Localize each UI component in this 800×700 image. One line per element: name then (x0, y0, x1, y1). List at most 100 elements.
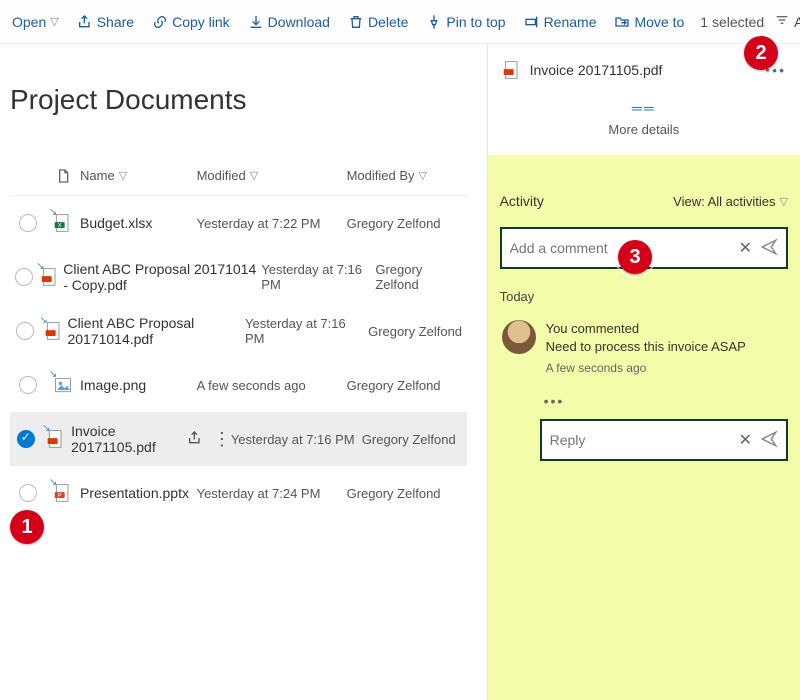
table-row[interactable]: ↘P Presentation.pptx Yesterday at 7:24 PMG… (10, 466, 467, 520)
copy-link-button[interactable]: Copy link (146, 10, 236, 34)
download-button[interactable]: Download (242, 10, 336, 34)
table-row[interactable]: ↘XBudget.xlsxYesterday at 7:22 PMGregory… (10, 196, 467, 250)
modified-by-cell: Gregory Zelfond (347, 486, 467, 501)
view-filter-label: All Documents (794, 14, 800, 30)
command-bar: Open ▽ Share Copy link Download Delete P… (0, 0, 800, 44)
pin-button[interactable]: Pin to top (420, 10, 511, 34)
selection-count: 1 selected (696, 14, 768, 30)
callout-badge-1: 1 (10, 510, 44, 544)
more-details-link[interactable]: More details (502, 122, 786, 137)
chevron-down-icon: ▽ (419, 169, 427, 182)
chevron-down-icon: ▽ (119, 169, 127, 182)
column-name-label: Name (80, 168, 115, 183)
trash-icon (348, 14, 364, 30)
shortcut-arrow-icon: ↘ (40, 315, 48, 326)
file-name[interactable]: Client ABC Proposal 20171014 - Copy.pdf (63, 261, 261, 293)
send-icon[interactable] (760, 430, 778, 451)
open-button[interactable]: Open ▽ (6, 10, 65, 34)
download-label: Download (268, 14, 330, 30)
row-more-icon[interactable]: ⋮ (213, 429, 231, 450)
share-icon[interactable] (187, 430, 203, 449)
column-modifiedby-header[interactable]: Modified By ▽ (347, 168, 467, 183)
svg-text:X: X (58, 223, 62, 229)
pdf-icon: ↘ (46, 429, 66, 449)
modified-cell: Yesterday at 7:16 PM (261, 262, 375, 292)
rename-icon (524, 14, 540, 30)
column-name-header[interactable]: Name ▽ (80, 168, 197, 183)
share-button[interactable]: Share (71, 10, 140, 34)
rename-label: Rename (544, 14, 597, 30)
table-row[interactable]: ↘Invoice 20171105.pdf ⋮Yesterday at 7:16 … (10, 412, 467, 466)
move-to-button[interactable]: Move to (608, 10, 690, 34)
delete-button[interactable]: Delete (342, 10, 414, 34)
modified-by-cell: Gregory Zelfond (347, 378, 467, 393)
activity-view-filter[interactable]: View: All activities ▽ (673, 194, 788, 209)
row-select[interactable] (16, 322, 34, 340)
column-type-icon[interactable] (46, 168, 80, 184)
modified-by-cell: Gregory Zelfond (368, 324, 466, 339)
table-row[interactable]: ↘ Image.png A few seconds agoGregory Zelfo… (10, 358, 467, 412)
pdf-icon: ↘ (40, 267, 60, 287)
reply-input-box[interactable]: ✕ (540, 419, 788, 461)
clear-icon[interactable]: ✕ (739, 430, 752, 450)
activity-entry-time: A few seconds ago (546, 360, 746, 377)
modified-cell: Yesterday at 7:16 PM (231, 432, 362, 447)
modified-by-cell: Gregory Zelfond (362, 432, 467, 447)
move-to-label: Move to (634, 14, 684, 30)
shortcut-arrow-icon: ↘ (49, 369, 57, 380)
page-title: Project Documents (10, 84, 467, 116)
resize-handle-icon[interactable]: ══ (502, 100, 786, 116)
modified-cell: Yesterday at 7:24 PM (197, 486, 347, 501)
pdf-icon (502, 60, 522, 80)
callout-badge-2: 2 (744, 36, 778, 70)
table-row[interactable]: ↘Client ABC Proposal 20171014.pdfYesterd… (10, 304, 467, 358)
activity-group-today: Today (500, 289, 788, 304)
file-name[interactable]: Client ABC Proposal 20171014.pdf (67, 315, 245, 347)
modified-cell: Yesterday at 7:22 PM (197, 216, 347, 231)
png-icon: ↘ (53, 375, 73, 395)
table-row[interactable]: ↘Client ABC Proposal 20171014 - Copy.pdf… (10, 250, 467, 304)
row-select[interactable] (19, 214, 37, 232)
file-name[interactable]: Budget.xlsx (80, 215, 152, 231)
modified-by-cell: Gregory Zelfond (347, 216, 467, 231)
folder-move-icon (614, 14, 630, 30)
callout-badge-3: 3 (618, 240, 652, 274)
activity-entry: You commented Need to process this invoi… (500, 314, 788, 383)
clear-icon[interactable]: ✕ (739, 238, 752, 258)
file-name[interactable]: Invoice 20171105.pdf (71, 423, 181, 455)
activity-entry-title: You commented (546, 320, 746, 338)
file-name[interactable]: Image.png (80, 377, 146, 393)
row-select[interactable] (19, 376, 37, 394)
modified-cell: A few seconds ago (197, 378, 347, 393)
details-filename: Invoice 20171105.pdf (530, 62, 663, 78)
copy-link-label: Copy link (172, 14, 230, 30)
filter-icon (774, 12, 790, 31)
delete-label: Delete (368, 14, 408, 30)
pptx-icon: ↘P (53, 483, 73, 503)
activity-entry-actions[interactable]: ••• (544, 393, 788, 409)
activity-heading: Activity (500, 193, 544, 209)
details-panel: Invoice 20171105.pdf ••• ══ More details… (487, 44, 800, 700)
row-select[interactable] (15, 268, 33, 286)
row-select[interactable] (17, 430, 35, 448)
pdf-icon: ↘ (44, 321, 64, 341)
svg-text:P: P (58, 493, 62, 499)
send-icon[interactable] (760, 238, 778, 259)
open-label: Open (12, 14, 46, 30)
file-generic-icon (55, 168, 71, 184)
shortcut-arrow-icon: ↘ (36, 261, 44, 272)
file-name[interactable]: Presentation.pptx (80, 485, 189, 501)
reply-input[interactable] (550, 432, 731, 448)
column-modified-label: Modified (197, 168, 246, 183)
share-label: Share (97, 14, 134, 30)
rename-button[interactable]: Rename (518, 10, 603, 34)
column-modified-header[interactable]: Modified▽ (197, 168, 347, 183)
link-icon (152, 14, 168, 30)
modified-cell: Yesterday at 7:16 PM (245, 316, 368, 346)
activity-view-label: View: All activities (673, 194, 775, 209)
activity-entry-body: Need to process this invoice ASAP (546, 338, 746, 356)
row-select[interactable] (19, 484, 37, 502)
column-modifiedby-label: Modified By (347, 168, 415, 183)
view-filter[interactable]: All Documents ▽ (774, 12, 800, 31)
chevron-down-icon: ▽ (50, 15, 58, 28)
